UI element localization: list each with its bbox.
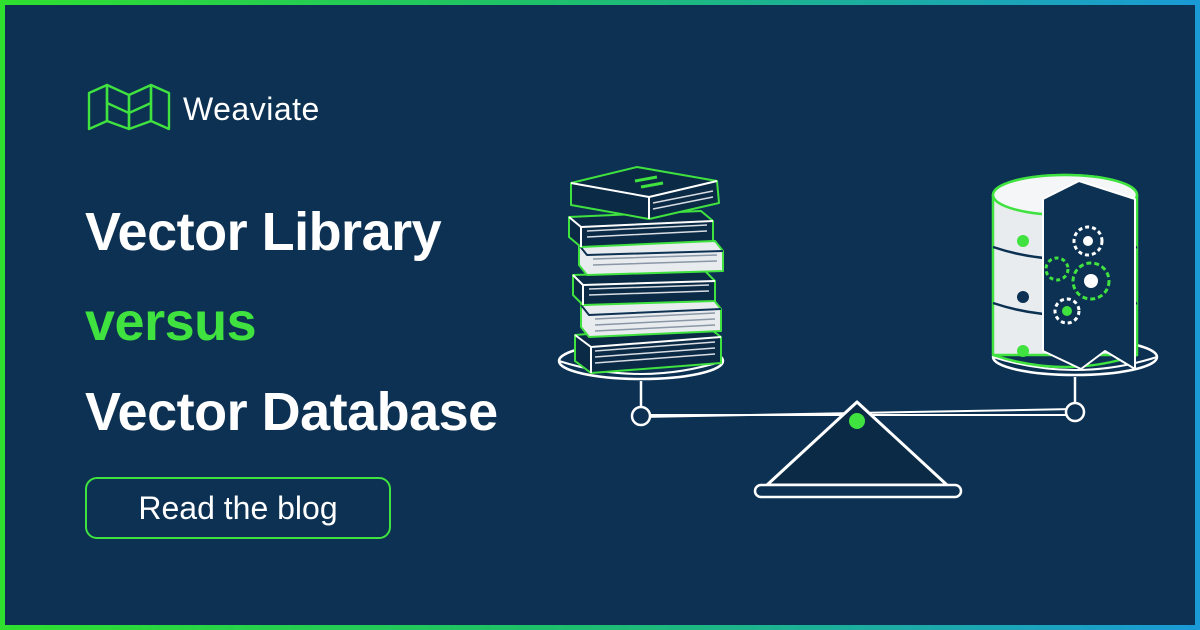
database-gears-icon (991, 173, 1139, 370)
headline: Vector Library versus Vector Database (85, 187, 498, 457)
banner-frame: Weaviate Vector Library versus Vector Da… (0, 0, 1200, 630)
headline-line-2: versus (85, 292, 257, 352)
read-blog-button[interactable]: Read the blog (85, 477, 391, 539)
balance-scale-icon (630, 377, 1086, 499)
brand-name: Weaviate (183, 91, 320, 127)
weaviate-logo-icon (85, 81, 173, 138)
headline-line-3: Vector Database (85, 382, 498, 442)
headline-line-1: Vector Library (85, 202, 442, 262)
brand: Weaviate (85, 81, 320, 138)
banner-canvas: Weaviate Vector Library versus Vector Da… (5, 5, 1195, 625)
balance-illustration (545, 155, 1165, 520)
book-stack-icon (568, 166, 724, 374)
